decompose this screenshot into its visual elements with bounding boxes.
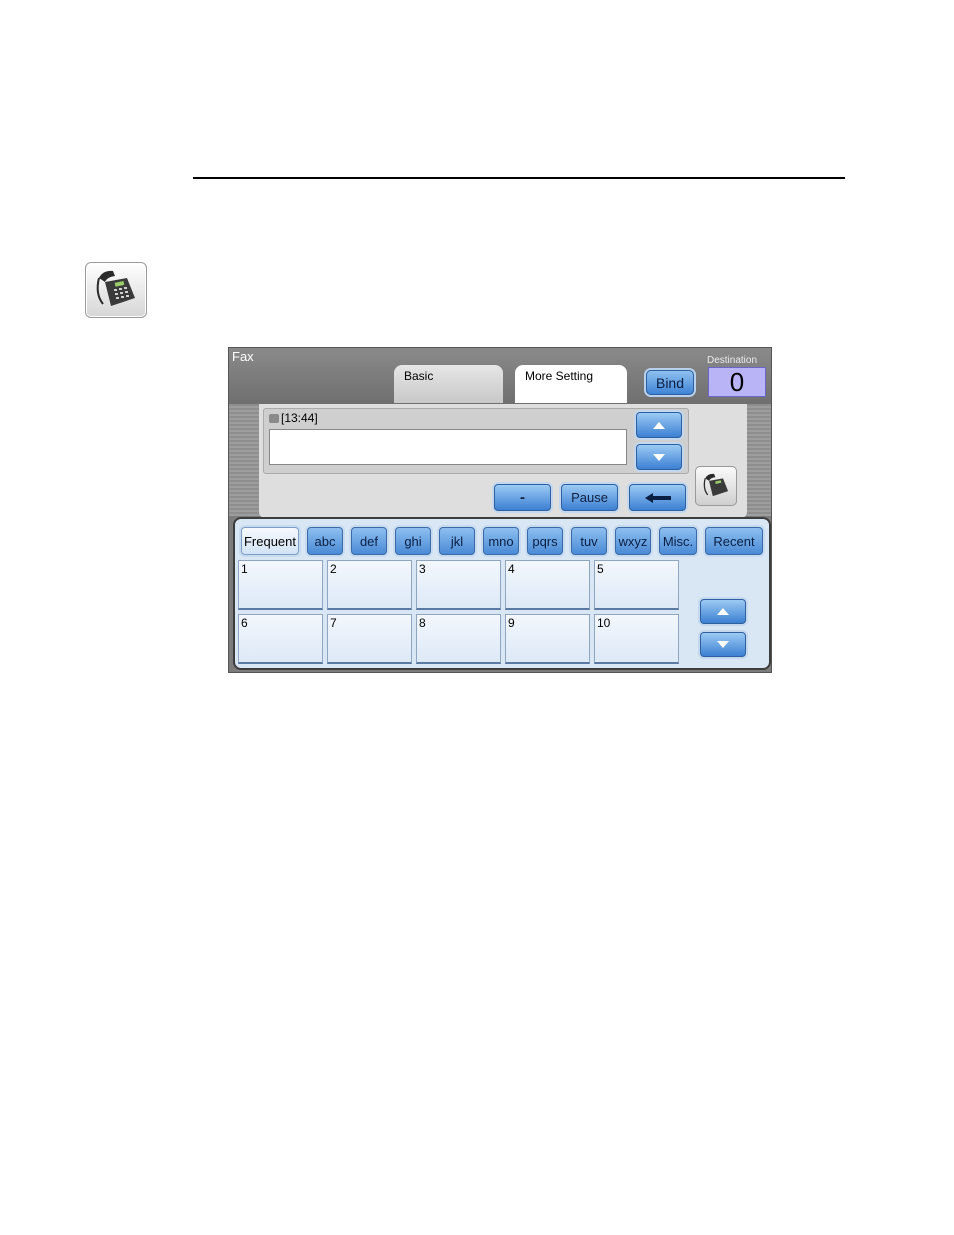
backspace-button[interactable] bbox=[629, 484, 686, 511]
tab-frequent[interactable]: Frequent bbox=[241, 527, 299, 555]
destination-slot-2[interactable]: 2 bbox=[327, 560, 412, 610]
entry-scroll-up-button[interactable] bbox=[636, 412, 682, 438]
tab-more-setting[interactable]: More Setting bbox=[515, 365, 627, 403]
fax-header: Fax Basic More Setting Bind Destination … bbox=[229, 348, 771, 404]
tab-jkl[interactable]: jkl bbox=[439, 527, 475, 555]
destination-slot-7[interactable]: 7 bbox=[327, 614, 412, 664]
tab-ghi[interactable]: ghi bbox=[395, 527, 431, 555]
destination-label: Destination bbox=[707, 355, 758, 366]
tab-wxyz[interactable]: wxyz bbox=[615, 527, 651, 555]
directory-scroll-up-button[interactable] bbox=[700, 599, 746, 624]
destination-slot-5[interactable]: 5 bbox=[594, 560, 679, 610]
bind-button[interactable]: Bind bbox=[646, 370, 694, 395]
entry-time: [13:44] bbox=[269, 411, 318, 425]
fax-mini-icon bbox=[269, 413, 279, 423]
dash-key-button[interactable]: - bbox=[494, 484, 551, 511]
destination-slot-1[interactable]: 1 bbox=[238, 560, 323, 610]
fax-number-input[interactable] bbox=[269, 429, 627, 465]
left-arrow-icon bbox=[644, 492, 671, 503]
destination-slot-9[interactable]: 9 bbox=[505, 614, 590, 664]
telephone-icon bbox=[96, 270, 135, 306]
tab-mno[interactable]: mno bbox=[483, 527, 519, 555]
entry-time-text: [13:44] bbox=[281, 411, 318, 425]
tab-def[interactable]: def bbox=[351, 527, 387, 555]
fax-title: Fax bbox=[232, 349, 254, 364]
destination-slot-8[interactable]: 8 bbox=[416, 614, 501, 664]
destination-slot-4[interactable]: 4 bbox=[505, 560, 590, 610]
entry-area: [13:44] - Pause bbox=[229, 404, 771, 518]
telephone-icon bbox=[703, 473, 729, 497]
destination-slot-6[interactable]: 6 bbox=[238, 614, 323, 664]
address-directory: Frequent abc def ghi jkl mno pqrs tuv wx… bbox=[233, 517, 771, 670]
fax-screen-panel: Fax Basic More Setting Bind Destination … bbox=[228, 347, 772, 673]
fax-phone-icon bbox=[85, 262, 147, 318]
destination-slot-10[interactable]: 10 bbox=[594, 614, 679, 664]
destination-slot-3[interactable]: 3 bbox=[416, 560, 501, 610]
entry-inner: [13:44] - Pause bbox=[259, 404, 747, 518]
directory-scroll-down-button[interactable] bbox=[700, 632, 746, 657]
tab-recent[interactable]: Recent bbox=[705, 527, 763, 555]
tab-basic[interactable]: Basic bbox=[394, 365, 503, 403]
entry-scroll-down-button[interactable] bbox=[636, 444, 682, 470]
tab-tuv[interactable]: tuv bbox=[571, 527, 607, 555]
tab-misc[interactable]: Misc. bbox=[659, 527, 697, 555]
tab-abc[interactable]: abc bbox=[307, 527, 343, 555]
fax-number-entry: [13:44] bbox=[263, 408, 689, 474]
tab-pqrs[interactable]: pqrs bbox=[527, 527, 563, 555]
phone-book-button[interactable] bbox=[695, 466, 737, 506]
pause-key-button[interactable]: Pause bbox=[561, 484, 618, 511]
destination-count: 0 bbox=[708, 367, 766, 397]
section-divider bbox=[193, 177, 845, 179]
